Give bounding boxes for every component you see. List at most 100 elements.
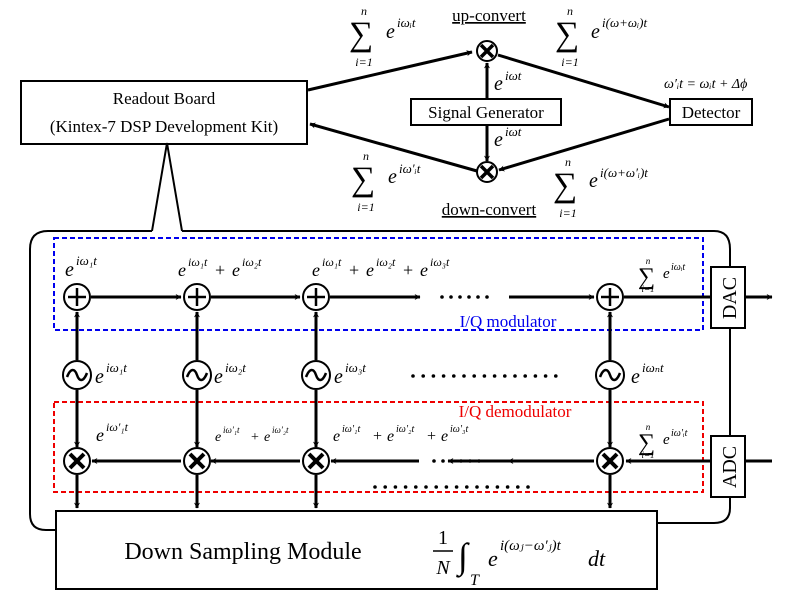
svg-text:iω′₂t: iω′₂t [272, 425, 289, 435]
svg-text:e: e [388, 166, 397, 188]
svg-text:iω₁t: iω₁t [76, 253, 97, 268]
ellipsis-dot [441, 459, 445, 463]
ellipsis-dot [505, 485, 510, 489]
svg-text:iωᵢt: iωᵢt [671, 262, 685, 273]
svg-text:∑: ∑ [349, 16, 373, 53]
iq-demodulator-region [53, 401, 704, 493]
ellipsis-dot [526, 485, 530, 489]
svg-text:e: e [631, 366, 640, 388]
ellipsis-dot [513, 374, 517, 378]
modulator-output-sum-label: ∑ n i=1 e iωᵢt [638, 256, 685, 294]
ellipsis-dot [421, 374, 426, 378]
ellipsis-dot [543, 374, 548, 378]
ellipsis-dot [449, 295, 453, 299]
oscillator-1 [62, 311, 92, 448]
detector-box: Detector [669, 98, 753, 126]
svg-text:+: + [215, 260, 225, 280]
adder-2 [183, 283, 211, 311]
board-outline-left [29, 230, 152, 531]
svg-text:e: e [215, 430, 221, 445]
svg-text:e: e [96, 425, 104, 445]
demod-mixer-3 [302, 447, 330, 509]
svg-text:iω₂t: iω₂t [225, 360, 246, 375]
adder-label-3: e iω₁t + e iω₂t + e iω₃t [312, 255, 450, 280]
svg-text:e: e [494, 73, 503, 95]
svg-text:i=1: i=1 [559, 206, 576, 220]
ellipsis-dot [467, 295, 471, 299]
svg-text:e: e [494, 129, 503, 151]
ellipsis-dot [495, 485, 500, 489]
svg-text:iω₁t: iω₁t [322, 255, 342, 269]
svg-text:iω₂t: iω₂t [242, 255, 262, 269]
ellipsis-dot [503, 374, 507, 378]
osc-label-2: e iω₂t [214, 360, 246, 388]
mixer-label-1: e iω′₁t [96, 420, 129, 445]
mixer-label-3: e iω′₁t + e iω′₂t + e iω′₃t [333, 424, 469, 445]
svg-text:i(ω+ω′ᵢ)t: i(ω+ω′ᵢ)t [600, 165, 648, 180]
ellipsis-dot [432, 459, 436, 463]
readout-system-diagram: Readout Board (Kintex-7 DSP Development … [20, 4, 773, 590]
ellipsis-dot [485, 485, 490, 489]
ellipsis-dot [468, 459, 472, 463]
dac-box: DAC [710, 266, 746, 329]
ellipsis-dot [476, 295, 480, 299]
svg-text:n: n [567, 4, 573, 18]
iq-modulator-label: I/Q modulator [460, 312, 557, 331]
arrow-downmixer-to-readout [309, 122, 478, 173]
svg-text:∑: ∑ [555, 16, 579, 53]
signal-generator-label: Signal Generator [428, 103, 544, 122]
svg-text:iω′ᵢt: iω′ᵢt [671, 428, 688, 439]
svg-text:N: N [435, 557, 451, 579]
phase-relation-label: ω′ᵢt = ωᵢt + Δϕ [664, 77, 747, 92]
svg-text:iω₃t: iω₃t [345, 360, 366, 375]
demod-mixer-1 [63, 447, 91, 509]
svg-text:i(ω+ωᵢ)t: i(ω+ωᵢ)t [602, 15, 647, 30]
arrow-detector-to-downmixer [498, 117, 670, 172]
oscillator-3 [301, 311, 331, 448]
readout-board-box: Readout Board (Kintex-7 DSP Development … [20, 80, 308, 145]
ellipsis-dot [450, 459, 454, 463]
svg-text:e: e [214, 366, 223, 388]
svg-text:iω′₁t: iω′₁t [342, 424, 361, 435]
svg-text:iω′ᵢt: iω′ᵢt [399, 161, 421, 176]
ellipsis-dot [373, 485, 377, 489]
svg-text:e: e [420, 260, 428, 280]
ellipsis-dot [533, 374, 538, 378]
svg-text:iω₂t: iω₂t [376, 255, 396, 269]
svg-text:+: + [427, 428, 436, 445]
down-input-sum-label: ∑ n i=1 e i(ω+ω′ᵢ)t [553, 155, 648, 220]
ellipsis-dot [472, 374, 477, 378]
down-convert-label: down-convert [442, 200, 537, 219]
ellipsis-dot [444, 485, 449, 489]
svg-text:+: + [373, 428, 382, 445]
osc-label-n: e iωₙt [631, 360, 664, 388]
ellipsis-dot [459, 459, 463, 463]
down-mixer [476, 161, 498, 183]
svg-text:iω₁t: iω₁t [188, 255, 208, 269]
svg-text:i=1: i=1 [641, 450, 654, 460]
ellipsis-dot [523, 374, 527, 378]
ellipsis-dot [452, 374, 456, 378]
adder-label-2: e iω₁t + e iω₂t [178, 255, 262, 280]
adder-label-1: e iω₁t [65, 253, 97, 281]
svg-text:e: e [95, 366, 104, 388]
svg-text:n: n [363, 149, 369, 163]
svg-text:e: e [591, 21, 600, 43]
svg-text:iω₁t: iω₁t [106, 360, 127, 375]
svg-text:e: e [589, 170, 598, 192]
ellipsis-dot [475, 485, 479, 489]
ellipsis-dot [554, 374, 558, 378]
demodulator-ellipsis [373, 459, 530, 489]
dac-label: DAC [719, 277, 741, 319]
svg-text:iωᵢt: iωᵢt [397, 15, 416, 30]
svg-text:e: e [386, 21, 395, 43]
svg-text:i(ωⱼ−ω′ⱼ)t: i(ωⱼ−ω′ⱼ)t [500, 538, 562, 554]
svg-text:dt: dt [588, 546, 606, 571]
svg-text:e: e [366, 260, 374, 280]
up-mixer [476, 40, 498, 62]
svg-text:T: T [470, 572, 480, 589]
svg-text:iωt: iωt [505, 68, 522, 83]
svg-text:+: + [349, 260, 359, 280]
arrow-readout-to-upmixer [307, 50, 473, 92]
ellipsis-dot [440, 295, 444, 299]
